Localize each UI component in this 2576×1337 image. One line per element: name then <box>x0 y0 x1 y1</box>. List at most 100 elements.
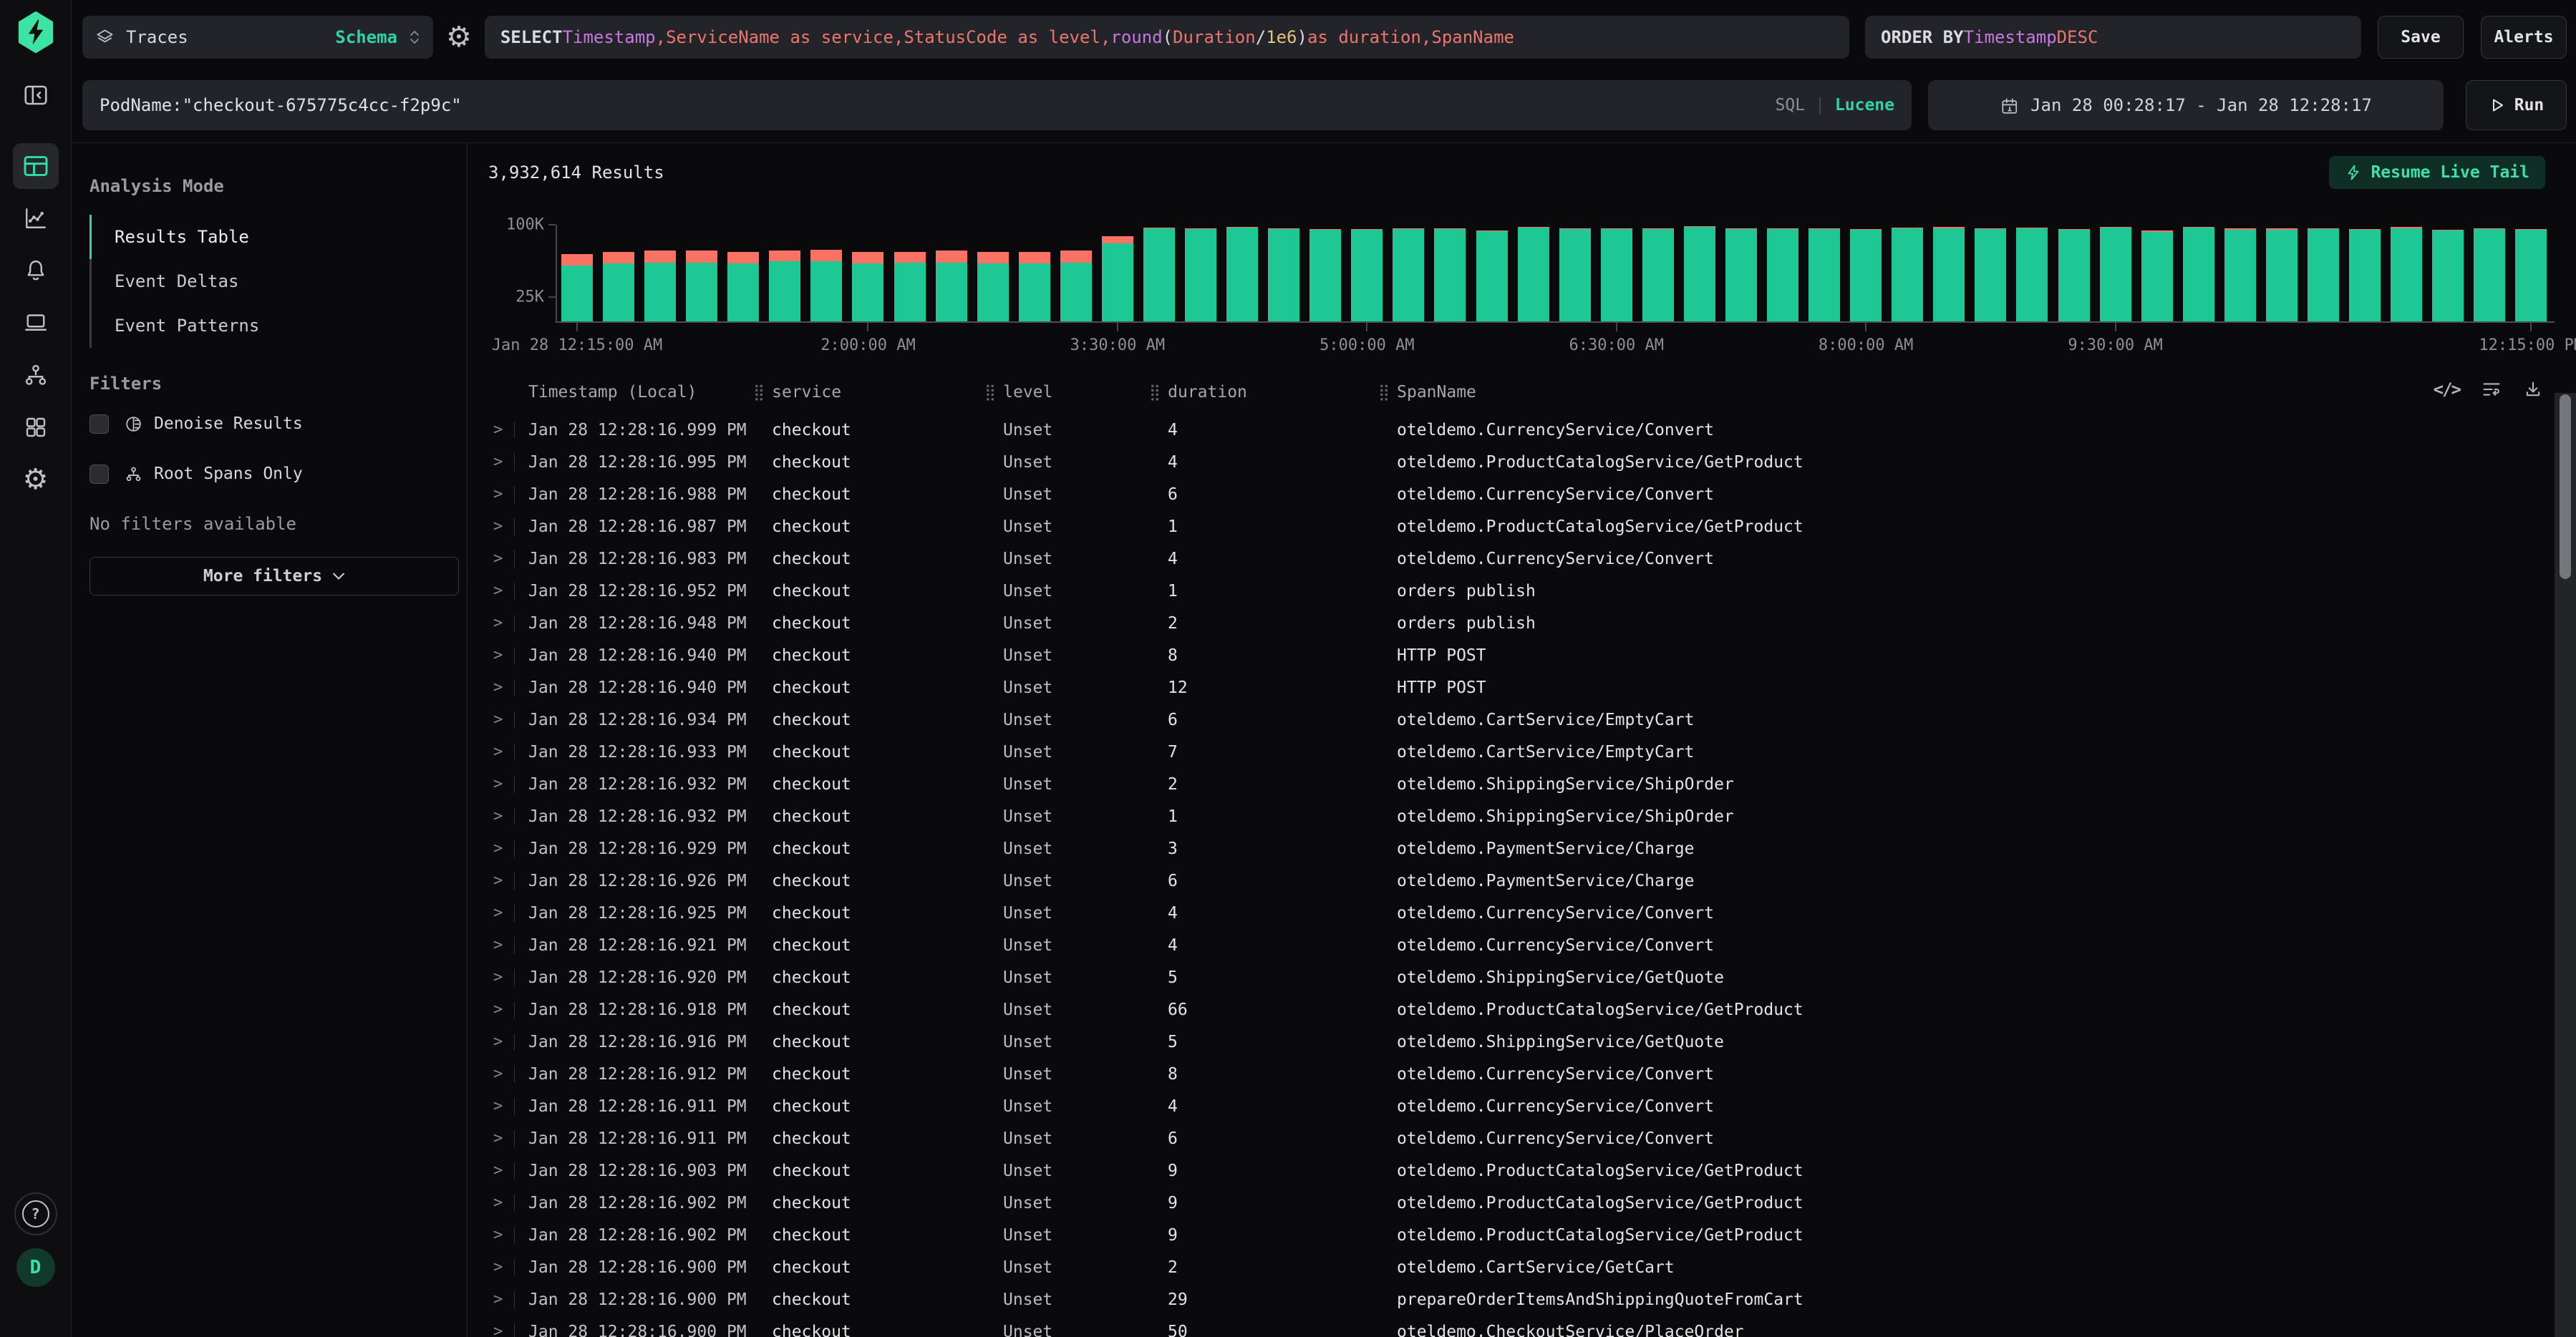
table-row[interactable]: >Jan 28 12:28:16.900 PMcheckoutUnset2ote… <box>468 1251 2547 1283</box>
row-expand-chevron[interactable]: > <box>493 453 528 471</box>
table-row[interactable]: >Jan 28 12:28:16.911 PMcheckoutUnset4ote… <box>468 1090 2547 1122</box>
vertical-scrollbar[interactable] <box>2555 393 2576 1337</box>
table-row[interactable]: >Jan 28 12:28:16.948 PMcheckoutUnset2ord… <box>468 607 2547 639</box>
table-row[interactable]: >Jan 28 12:28:16.920 PMcheckoutUnset5ote… <box>468 961 2547 993</box>
drag-grip-icon[interactable]: ⣿ <box>753 384 765 402</box>
table-row[interactable]: >Jan 28 12:28:16.903 PMcheckoutUnset9ote… <box>468 1154 2547 1187</box>
row-expand-chevron[interactable]: > <box>493 1194 528 1212</box>
table-row[interactable]: >Jan 28 12:28:16.929 PMcheckoutUnset3ote… <box>468 832 2547 865</box>
row-expand-chevron[interactable]: > <box>493 1065 528 1083</box>
column-header-service[interactable]: ⣿service <box>753 383 984 402</box>
table-row[interactable]: >Jan 28 12:28:16.902 PMcheckoutUnset9ote… <box>468 1219 2547 1251</box>
table-row[interactable]: >Jan 28 12:28:16.932 PMcheckoutUnset2ote… <box>468 768 2547 800</box>
row-expand-chevron[interactable]: > <box>493 1258 528 1276</box>
order-by-input[interactable]: ORDER BY Timestamp DESC <box>1865 16 2361 59</box>
search-input[interactable]: PodName:"checkout-675775c4cc-f2p9c" SQL … <box>82 80 1912 130</box>
row-expand-chevron[interactable]: > <box>493 1001 528 1018</box>
user-avatar[interactable]: D <box>16 1248 55 1287</box>
drag-grip-icon[interactable]: ⣿ <box>1378 384 1390 402</box>
source-settings-gear-icon[interactable]: ⚙ <box>446 23 472 52</box>
chart-icon[interactable] <box>13 195 59 241</box>
scrollbar-thumb[interactable] <box>2560 394 2571 579</box>
time-range-picker[interactable]: Jan 28 00:28:17 - Jan 28 12:28:17 <box>1928 80 2444 130</box>
table-row[interactable]: >Jan 28 12:28:16.983 PMcheckoutUnset4ote… <box>468 543 2547 575</box>
filter-checkbox[interactable] <box>89 414 109 434</box>
table-row[interactable]: >Jan 28 12:28:16.916 PMcheckoutUnset5ote… <box>468 1026 2547 1058</box>
row-expand-chevron[interactable]: > <box>493 550 528 568</box>
language-sql-option[interactable]: SQL <box>1776 96 1806 115</box>
row-expand-chevron[interactable]: > <box>493 614 528 632</box>
table-row[interactable]: >Jan 28 12:28:16.995 PMcheckoutUnset4ote… <box>468 446 2547 478</box>
source-selector[interactable]: Traces Schema <box>82 16 433 59</box>
app-logo-icon[interactable] <box>15 11 57 53</box>
row-expand-chevron[interactable]: > <box>493 1162 528 1180</box>
language-lucene-option[interactable]: Lucene <box>1835 96 1894 115</box>
table-row[interactable]: >Jan 28 12:28:16.921 PMcheckoutUnset4ote… <box>468 929 2547 961</box>
table-row[interactable]: >Jan 28 12:28:16.900 PMcheckoutUnset29pr… <box>468 1283 2547 1316</box>
row-expand-chevron[interactable]: > <box>493 1323 528 1337</box>
save-button[interactable]: Save <box>2378 16 2464 59</box>
resume-live-tail-button[interactable]: Resume Live Tail <box>2329 156 2545 189</box>
row-expand-chevron[interactable]: > <box>493 743 528 761</box>
row-expand-chevron[interactable]: > <box>493 807 528 825</box>
analysis-mode-item[interactable]: Results Table <box>89 215 467 259</box>
table-row[interactable]: >Jan 28 12:28:16.932 PMcheckoutUnset1ote… <box>468 800 2547 832</box>
table-row[interactable]: >Jan 28 12:28:16.999 PMcheckoutUnset4ote… <box>468 414 2547 446</box>
collapse-panel-icon[interactable] <box>13 72 59 118</box>
row-expand-chevron[interactable]: > <box>493 1033 528 1051</box>
row-expand-chevron[interactable]: > <box>493 582 528 600</box>
filter-checkbox[interactable] <box>89 465 109 484</box>
table-row[interactable]: >Jan 28 12:28:16.940 PMcheckoutUnset12HT… <box>468 671 2547 704</box>
services-icon[interactable] <box>13 352 59 398</box>
row-expand-chevron[interactable]: > <box>493 679 528 696</box>
table-row[interactable]: >Jan 28 12:28:16.987 PMcheckoutUnset1ote… <box>468 510 2547 543</box>
sql-select-input[interactable]: SELECT Timestamp, ServiceName as service… <box>485 16 1849 59</box>
row-expand-chevron[interactable]: > <box>493 421 528 439</box>
results-histogram[interactable]: 100K25KJan 28 12:15:00 AM2:00:00 AM3:30:… <box>468 218 2555 357</box>
table-row[interactable]: >Jan 28 12:28:16.933 PMcheckoutUnset7ote… <box>468 736 2547 768</box>
table-row[interactable]: >Jan 28 12:28:16.925 PMcheckoutUnset4ote… <box>468 897 2547 929</box>
column-header-level[interactable]: ⣿level <box>984 383 1149 402</box>
more-filters-button[interactable]: More filters <box>89 557 459 595</box>
table-row[interactable]: >Jan 28 12:28:16.902 PMcheckoutUnset9ote… <box>468 1187 2547 1219</box>
row-expand-chevron[interactable]: > <box>493 775 528 793</box>
analysis-mode-item[interactable]: Event Patterns <box>89 303 467 348</box>
filter-label[interactable]: Denoise Results <box>154 414 303 433</box>
row-expand-chevron[interactable]: > <box>493 517 528 535</box>
schema-selector[interactable]: Schema <box>335 27 397 47</box>
row-expand-chevron[interactable]: > <box>493 1097 528 1115</box>
help-icon[interactable]: ? <box>14 1192 57 1235</box>
search-results-icon[interactable] <box>13 143 59 189</box>
settings-gear-icon[interactable]: ⚙ <box>13 457 59 502</box>
table-row[interactable]: >Jan 28 12:28:16.940 PMcheckoutUnset8HTT… <box>468 639 2547 671</box>
run-button[interactable]: Run <box>2466 80 2567 130</box>
row-expand-chevron[interactable]: > <box>493 904 528 922</box>
table-row[interactable]: >Jan 28 12:28:16.900 PMcheckoutUnset50ot… <box>468 1316 2547 1337</box>
table-row[interactable]: >Jan 28 12:28:16.911 PMcheckoutUnset6ote… <box>468 1122 2547 1154</box>
table-row[interactable]: >Jan 28 12:28:16.918 PMcheckoutUnset66ot… <box>468 993 2547 1026</box>
table-row[interactable]: >Jan 28 12:28:16.926 PMcheckoutUnset6ote… <box>468 865 2547 897</box>
row-expand-chevron[interactable]: > <box>493 485 528 503</box>
table-row[interactable]: >Jan 28 12:28:16.934 PMcheckoutUnset6ote… <box>468 704 2547 736</box>
row-expand-chevron[interactable]: > <box>493 646 528 664</box>
drag-grip-icon[interactable]: ⣿ <box>984 384 996 402</box>
analysis-mode-item[interactable]: Event Deltas <box>89 259 467 303</box>
table-row[interactable]: >Jan 28 12:28:16.988 PMcheckoutUnset6ote… <box>468 478 2547 510</box>
drag-grip-icon[interactable]: ⣿ <box>1149 384 1161 402</box>
alerts-button[interactable]: Alerts <box>2481 16 2567 59</box>
sessions-icon[interactable] <box>13 300 59 346</box>
bell-icon[interactable] <box>13 248 59 293</box>
row-expand-chevron[interactable]: > <box>493 1129 528 1147</box>
row-expand-chevron[interactable]: > <box>493 936 528 954</box>
table-row[interactable]: >Jan 28 12:28:16.952 PMcheckoutUnset1ord… <box>468 575 2547 607</box>
row-expand-chevron[interactable]: > <box>493 872 528 890</box>
column-header-spanname[interactable]: ⣿SpanName <box>1378 383 2547 402</box>
column-header-timestamp-local-[interactable]: Timestamp (Local) <box>528 383 753 402</box>
row-expand-chevron[interactable]: > <box>493 968 528 986</box>
table-row[interactable]: >Jan 28 12:28:16.912 PMcheckoutUnset8ote… <box>468 1058 2547 1090</box>
row-expand-chevron[interactable]: > <box>493 711 528 729</box>
row-expand-chevron[interactable]: > <box>493 1226 528 1244</box>
filter-label[interactable]: Root Spans Only <box>154 465 303 483</box>
row-expand-chevron[interactable]: > <box>493 840 528 857</box>
row-expand-chevron[interactable]: > <box>493 1290 528 1308</box>
